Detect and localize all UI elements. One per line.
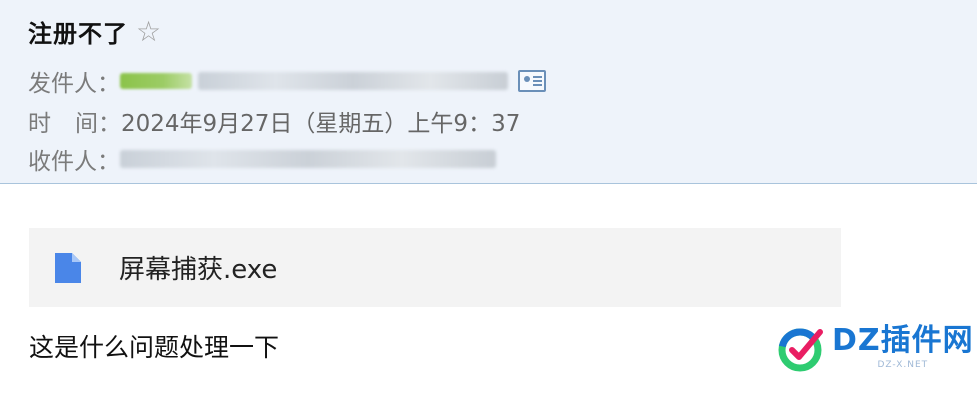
watermark-text: DZ插件网 xyxy=(832,323,974,358)
watermark-subtext: DZ-X.NET xyxy=(877,360,929,370)
attachment-filename[interactable]: 屏幕捕获.exe xyxy=(119,249,277,286)
time-value: 2024年9月27日（星期五）上午9：37 xyxy=(121,111,521,137)
sender-address-redacted xyxy=(198,72,508,90)
watermark-text-group: DZ插件网 DZ-X.NET xyxy=(832,323,974,371)
dz-watermark: DZ插件网 DZ-X.NET xyxy=(776,322,974,374)
star-icon[interactable]: ☆ xyxy=(136,17,161,46)
attachment-item[interactable]: 屏幕捕获.exe xyxy=(29,228,841,307)
subject-row: 注册不了 ☆ xyxy=(28,14,161,49)
file-icon xyxy=(55,252,81,283)
to-label: 收件人： xyxy=(28,149,120,175)
time-label: 时间： xyxy=(28,104,121,138)
contact-card-icon[interactable] xyxy=(518,70,546,92)
email-subject: 注册不了 xyxy=(28,20,128,48)
dz-logo-icon xyxy=(778,328,823,372)
from-row: 发件人： xyxy=(28,64,546,98)
from-label: 发件人： xyxy=(28,71,120,97)
time-label-char-2: 间： xyxy=(75,111,121,137)
email-body-text: 这是什么问题处理一下 xyxy=(29,333,280,362)
time-row: 时间： 2024年9月27日（星期五）上午9：37 xyxy=(28,104,520,138)
recipient-redacted xyxy=(120,150,496,168)
time-label-char-1: 时 xyxy=(28,111,51,137)
to-row: 收件人： xyxy=(28,142,496,176)
email-header: 注册不了 ☆ 发件人： 时间： 2024年9月27日（星期五）上午9：37 收件… xyxy=(0,0,977,184)
sender-name-redacted xyxy=(120,73,192,89)
